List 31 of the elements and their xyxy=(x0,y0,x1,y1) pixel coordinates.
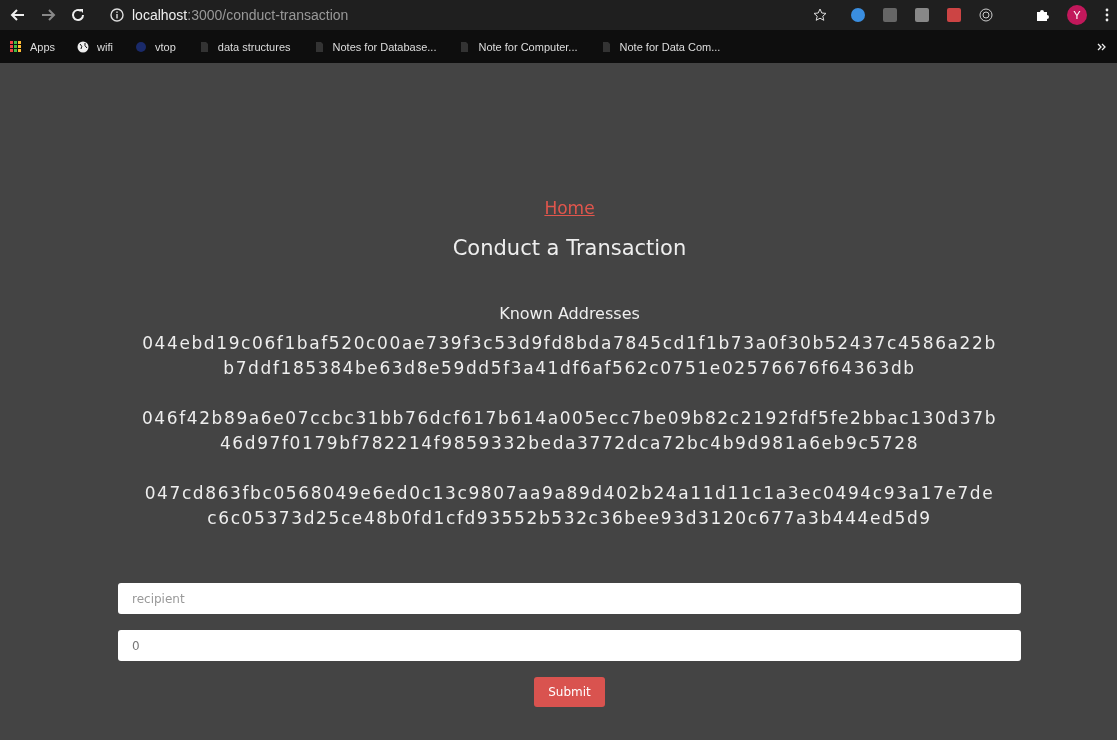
extension-icon[interactable] xyxy=(851,8,865,22)
globe-icon xyxy=(77,40,90,53)
address-text: 046f42b89a6e07ccbc31bb76dcf617b614a005ecc7be09b82c2192fdf5fe2bbac130d37b46d97f0179bf782214f9859332beda3772dca72bc4b9d981a6eb9c5728 xyxy=(140,407,999,455)
menu-icon[interactable] xyxy=(1105,8,1109,22)
bookmark[interactable]: Notes for Database... xyxy=(312,40,437,53)
more-bookmarks-icon[interactable] xyxy=(1097,42,1107,51)
page-title: Conduct a Transaction xyxy=(452,236,687,260)
star-icon[interactable] xyxy=(813,8,827,22)
info-icon xyxy=(110,8,124,22)
bookmark[interactable]: data structures xyxy=(197,40,291,53)
amount-field[interactable]: 0 xyxy=(118,630,1021,661)
url-text: localhost:3000/conduct-transaction xyxy=(132,7,350,23)
address-text: 047cd863fbc0568049e6ed0c13c9807aa9a89d402b24a11d11c1a3ec0494c93a17e7dec6c05373d25ce48b0fd1cfd93552b532c36bee93d3120c677a3b444ed5d9 xyxy=(143,482,996,530)
forward-icon[interactable] xyxy=(40,7,56,23)
bookmark[interactable]: Note for Data Com... xyxy=(599,40,721,53)
circle-icon xyxy=(134,40,147,53)
page-icon xyxy=(458,40,471,53)
target-icon[interactable] xyxy=(979,8,993,22)
submit-button[interactable]: Submit xyxy=(534,677,605,707)
recipient-field[interactable]: recipient xyxy=(118,583,1021,614)
reload-icon[interactable] xyxy=(70,7,86,23)
bookmark[interactable]: Apps xyxy=(10,40,56,53)
bookmark[interactable]: Note for Computer... xyxy=(458,40,578,53)
back-icon[interactable] xyxy=(10,7,26,23)
grid-icon xyxy=(10,40,22,53)
profile-avatar[interactable]: Y xyxy=(1067,5,1087,25)
bookmark[interactable]: vtop xyxy=(134,40,176,53)
puzzle-icon[interactable] xyxy=(1035,8,1049,22)
address-text: 044ebd19c06f1baf520c00ae739f3c53d9fd8bda7845cd1f1b73a0f30b52437c4586a22bb7ddf185384be63d8e59dd5f3a41df6af562c0751e02576676f64363db xyxy=(141,332,998,380)
section-heading: Known Addresses xyxy=(499,304,640,323)
bookmark[interactable]: wifi xyxy=(77,40,113,53)
